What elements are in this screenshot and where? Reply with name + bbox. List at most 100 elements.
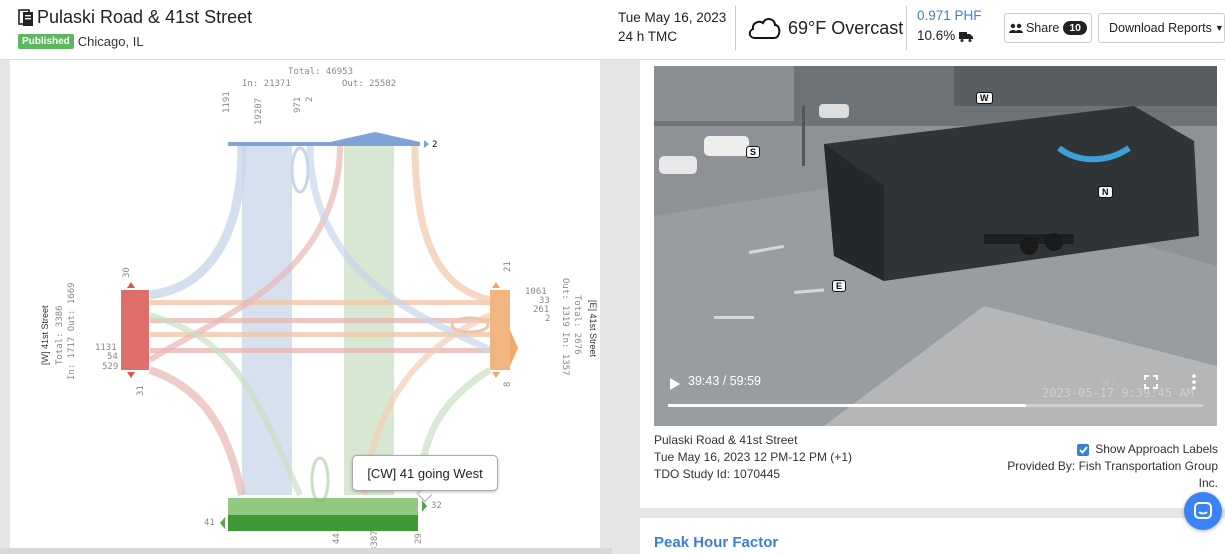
study-id: TDO Study Id: 1070445 — [654, 467, 781, 481]
volume-icon[interactable] — [1101, 375, 1117, 389]
share-count-badge: 10 — [1063, 21, 1088, 35]
west-total: Total: 3386 — [55, 305, 65, 365]
turning-movement-diagram: 2 — [121, 132, 518, 531]
north-approach-bar-top[interactable] — [228, 498, 418, 515]
south-out: Out: 25582 — [342, 79, 397, 89]
provided-by: Provided By: Fish Transportation Group — [1007, 459, 1218, 473]
page-header: Pulaski Road & 41st Street Published Chi… — [0, 0, 1225, 60]
cloud-icon — [748, 18, 781, 39]
approach-label-e: E — [832, 280, 847, 292]
arrow-down-icon — [492, 372, 500, 378]
east-street-label: [E] 41st Street — [588, 300, 598, 358]
title-row: Pulaski Road & 41st Street — [18, 7, 252, 28]
video-progress-fill — [668, 404, 1027, 407]
provider-info: Show Approach Labels Provided By: Fish T… — [978, 441, 1218, 492]
chat-icon — [1194, 502, 1212, 519]
west-approach-bar[interactable] — [121, 290, 149, 370]
study-duration: 24 h TMC — [618, 29, 678, 44]
fullscreen-icon[interactable] — [1144, 375, 1158, 389]
turn-flow — [148, 366, 246, 496]
south-movement: 971 — [293, 96, 303, 113]
east-movement: 2 — [545, 314, 551, 324]
south-approach-bar[interactable] — [228, 142, 420, 146]
east-in-out: Out: 1319 In: 1357 — [560, 278, 570, 376]
south-total: Total: 46953 — [288, 67, 354, 77]
turn-flow — [149, 144, 247, 300]
city-label: Chicago, IL — [77, 34, 144, 49]
share-button[interactable]: Share 10 — [1004, 13, 1092, 43]
peak-hour-title: Peak Hour Factor — [654, 534, 779, 551]
divider — [735, 6, 736, 50]
show-labels-text: Show Approach Labels — [1095, 442, 1218, 456]
uturn-loop — [310, 456, 330, 504]
arrow-right-icon — [424, 140, 429, 148]
turn-flow — [411, 144, 491, 304]
study-location: Pulaski Road & 41st Street — [654, 433, 798, 447]
diagram-panel: 2 Total: 46953 In: 21371 Out: 25582 1191… — [10, 60, 600, 554]
download-label: Download Reports — [1109, 21, 1212, 35]
east-west-flow — [150, 300, 490, 305]
west-bottom-marker: 31 — [136, 385, 146, 396]
truck-row: 10.6% — [917, 26, 982, 46]
video-time: 39:43 / 59:59 — [688, 374, 761, 388]
approach-label-s: S — [746, 146, 761, 158]
date-block: Tue May 16, 2023 24 h TMC — [618, 8, 726, 46]
south-exit-arrow — [330, 132, 420, 142]
north-movement: 29 — [414, 533, 424, 544]
west-movement: 529 — [102, 362, 119, 372]
users-icon — [1008, 23, 1023, 33]
more-vertical-icon[interactable] — [1191, 373, 1197, 391]
chat-button[interactable] — [1184, 492, 1222, 530]
south-movement: 2 — [305, 96, 315, 102]
video-controls: 39:43 / 59:59 2023-05-17 9:39:45 AM — [654, 366, 1217, 426]
south-right-marker: 2 — [432, 140, 437, 150]
east-exit-arrow — [510, 330, 518, 366]
status-row: Published Chicago, IL — [18, 34, 144, 49]
phf-block: 0.971 PHF 10.6% — [917, 6, 982, 46]
approach-label-n: N — [1098, 186, 1113, 198]
east-bottom-marker: 8 — [503, 381, 513, 387]
uturn-loop — [290, 146, 310, 194]
north-left-marker: 41 — [204, 518, 215, 528]
download-reports-button[interactable]: Download Reports ▼ — [1098, 13, 1225, 43]
south-movement: 1191 — [222, 91, 232, 113]
east-approach-bar[interactable] — [490, 290, 510, 370]
chevron-down-icon: ▼ — [1214, 23, 1224, 33]
east-top-marker: 21 — [503, 261, 513, 272]
truck-icon — [959, 31, 974, 42]
provided-by-cont: Inc. — [1198, 476, 1218, 490]
status-badge: Published — [18, 34, 74, 49]
study-period: Tue May 16, 2023 12 PM-12 PM (+1) — [654, 450, 852, 464]
north-right-marker: 32 — [431, 501, 442, 511]
page-title: Pulaski Road & 41st Street — [37, 7, 253, 27]
video-timestamp: 2023-05-17 9:39:45 AM — [1042, 386, 1194, 400]
weather-text: 69°F Overcast — [788, 17, 904, 38]
study-date: Tue May 16, 2023 — [618, 10, 727, 25]
show-approach-labels-toggle[interactable]: Show Approach Labels — [978, 441, 1218, 458]
phf-link[interactable]: 0.971 PHF — [917, 6, 982, 26]
west-movement: 54 — [107, 352, 118, 362]
south-movement: 19207 — [254, 97, 264, 125]
north-approach-bar[interactable] — [228, 515, 418, 531]
arrow-up-icon — [492, 282, 500, 288]
movement-tooltip: [CW] 41 going West — [352, 455, 498, 491]
arrow-up-icon — [127, 282, 135, 288]
video-progress-bar[interactable] — [668, 404, 1203, 407]
study-info: Pulaski Road & 41st Street Tue May 16, 2… — [654, 432, 852, 483]
bottom-scroll-area — [0, 548, 612, 554]
play-icon[interactable] — [670, 378, 680, 390]
north-movement: 44 — [332, 533, 342, 544]
west-top-marker: 30 — [122, 267, 132, 278]
east-total: Total: 2676 — [572, 295, 582, 355]
arrow-down-icon — [127, 372, 135, 378]
share-label: Share — [1025, 21, 1060, 35]
west-street-label: [W] 41st Street — [40, 305, 50, 365]
checkbox-checked-icon[interactable] — [1077, 443, 1090, 456]
south-in: In: 21371 — [242, 79, 291, 89]
approach-label-w: W — [976, 92, 993, 104]
west-in-out: In: 1717 Out: 1669 — [67, 282, 77, 380]
document-icon — [18, 8, 33, 26]
weather: 69°F Overcast — [746, 14, 903, 42]
truck-percent: 10.6% — [917, 28, 956, 43]
arrow-left-icon — [220, 517, 225, 529]
